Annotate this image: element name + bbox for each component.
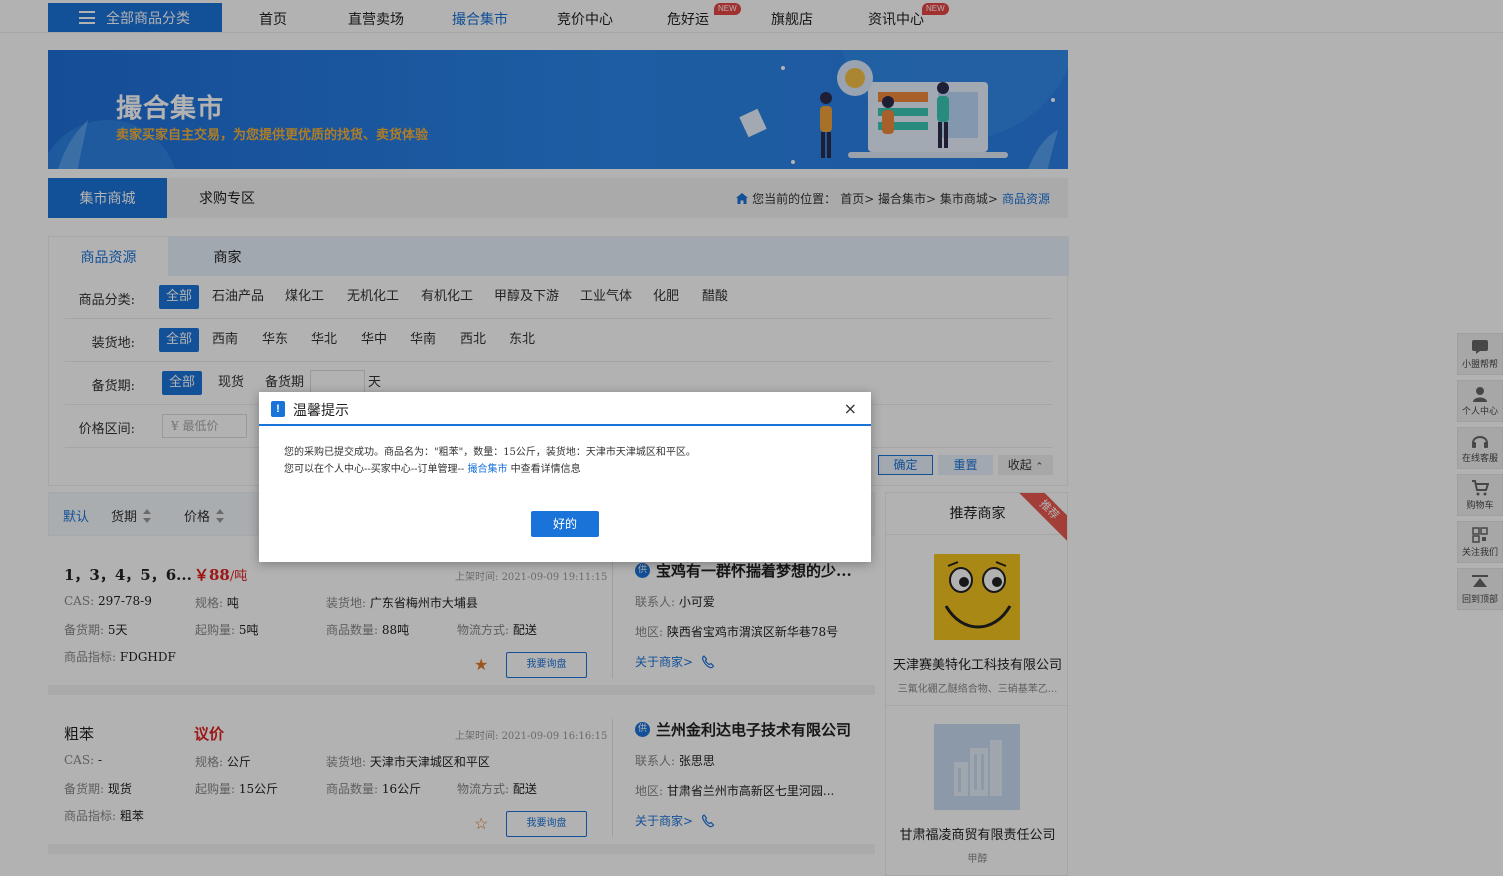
ok-button[interactable]: 好的 [531,511,599,537]
alert-icon: ! [271,401,285,417]
close-icon[interactable]: × [844,399,857,418]
dialog-message: 您的采购已提交成功。商品名为："粗苯"，数量：15公斤，装货地：天津市天津城区和… [284,444,696,478]
notice-dialog: ! 温馨提示 × 您的采购已提交成功。商品名为："粗苯"，数量：15公斤，装货地… [259,392,871,562]
dialog-message-line2: 您可以在个人中心--买家中心--订单管理-- 撮合集市 中查看详情信息 [284,464,581,475]
dialog-message-line1: 您的采购已提交成功。商品名为："粗苯"，数量：15公斤，装货地：天津市天津城区和… [284,447,696,458]
dialog-header: ! 温馨提示 × [259,392,871,426]
matchmaking-market-link[interactable]: 撮合集市 [467,464,507,475]
dialog-title: 温馨提示 [293,403,349,419]
